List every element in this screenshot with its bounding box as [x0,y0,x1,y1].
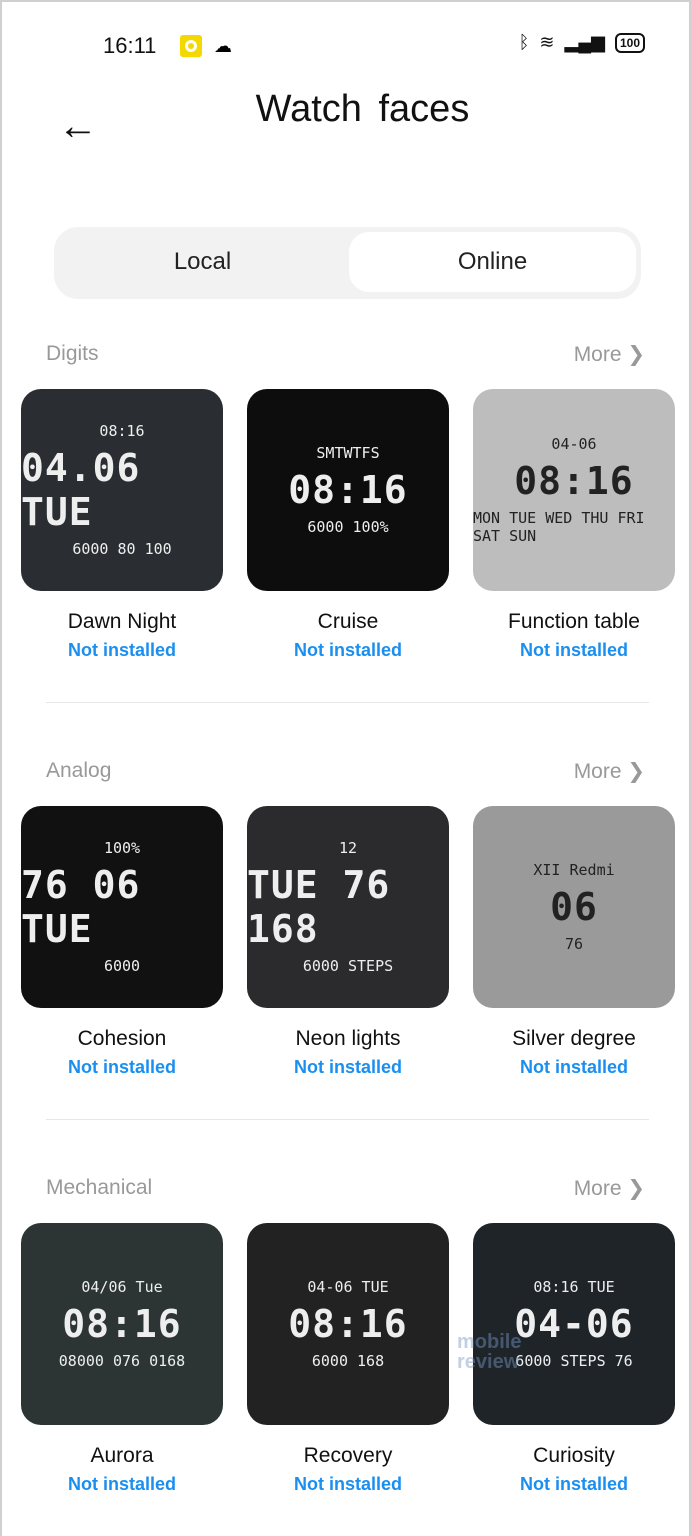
face-main-text: 06 [550,885,598,929]
face-bottom-text: 6000 STEPS [302,957,394,975]
bluetooth-icon: ᛒ [518,32,530,52]
install-status: Not installed [519,1474,628,1494]
section-divider [46,1119,649,1120]
signal-icon: ▂▄▆ [564,32,605,52]
section-title: Digits [46,342,99,365]
face-bottom-text: MON TUE WED THU FRI SAT SUN [473,509,645,545]
face-main-text: 76 06 TUE [21,863,141,951]
more-label: More [573,1177,622,1200]
face-bottom-text: 6000 STEPS 76 [515,1352,633,1370]
watch-face-name[interactable]: Dawn Night [21,610,223,634]
face-top-text: SMTWTFS [316,444,380,462]
more-label: More [573,343,622,366]
face-main-text: 04-06 [514,1302,634,1346]
watch-face-name[interactable]: Silver degree [473,1027,675,1051]
watch-face-thumbnail[interactable]: 04-06 TUE 08:16 6000 168 [247,1223,449,1425]
install-status: Not installed [67,1057,176,1077]
more-label: More [573,760,622,783]
watch-face-name[interactable]: Aurora [21,1444,223,1468]
watermark-logo: mobile review [457,1331,522,1373]
cloud-icon: ☁ [214,36,232,56]
face-bottom-text: 6000 80 100 [72,540,172,558]
install-status: Not installed [67,1474,176,1494]
watch-face-thumbnail[interactable]: 08:16 TUE 04-06 6000 STEPS 76 [473,1223,675,1425]
system-icons: ᛒ ≋ ▂▄▆ 100 [519,32,645,53]
face-top-text: 08:16 TUE [533,1278,615,1296]
install-status: Not installed [293,640,402,660]
more-link[interactable]: More ❯ [574,1176,645,1201]
chevron-right-icon: ❯ [627,1177,645,1200]
watch-face-thumbnail[interactable]: 04/06 Tue 08:16 08000 076 0168 [21,1223,223,1425]
notification-icon [180,35,202,57]
install-status: Not installed [67,640,176,660]
face-main-text: 08:16 [288,1302,408,1346]
tab-online[interactable]: Online [349,232,636,292]
section-title: Mechanical [46,1176,153,1199]
wifi-icon: ≋ [539,32,555,52]
face-top-text: 100% [103,839,141,857]
watch-face-thumbnail[interactable]: XII Redmi 06 76 [473,806,675,1008]
face-top-text: 04/06 Tue [81,1278,163,1296]
face-bottom-text: 08000 076 0168 [58,1352,186,1370]
more-link[interactable]: More ❯ [574,342,645,367]
face-top-text: 04-06 TUE [307,1278,389,1296]
section-divider [46,702,649,703]
face-top-text: 08:16 [99,422,145,440]
watch-face-name[interactable]: Cohesion [21,1027,223,1051]
status-time: 16:11 [103,33,157,58]
install-status: Not installed [293,1057,402,1077]
install-status: Not installed [519,640,628,660]
face-main-text: 08:16 [288,468,408,512]
tab-local[interactable]: Local [59,232,346,292]
section-title: Analog [46,759,112,782]
face-top-text: 12 [338,839,358,857]
watch-face-name[interactable]: Neon lights [247,1027,449,1051]
face-top-text: XII Redmi [533,861,615,879]
face-main-text: 08:16 [514,459,634,503]
watch-face-thumbnail[interactable]: 12 TUE 76 168 6000 STEPS [247,806,449,1008]
face-main-text: TUE 76 168 [247,863,391,951]
page-title: Watch faces [255,88,470,130]
watch-face-name[interactable]: Function table [473,610,675,634]
watch-face-name[interactable]: Curiosity [473,1444,675,1468]
more-link[interactable]: More ❯ [574,759,645,784]
face-main-text: 04.06 TUE [21,446,141,534]
face-bottom-text: 6000 100% [307,518,389,536]
face-top-text: 04-06 [551,435,597,453]
face-bottom-text: 6000 168 [311,1352,385,1370]
face-bottom-text: 76 [564,935,584,953]
install-status: Not installed [519,1057,628,1077]
watch-face-thumbnail[interactable]: 08:16 04.06 TUE 6000 80 100 [21,389,223,591]
watch-face-thumbnail[interactable]: SMTWTFS 08:16 6000 100% [247,389,449,591]
install-status: Not installed [293,1474,402,1494]
watch-face-name[interactable]: Cruise [247,610,449,634]
watch-face-name[interactable]: Recovery [247,1444,449,1468]
face-bottom-text: 6000 [103,957,141,975]
watch-face-thumbnail[interactable]: 100% 76 06 TUE 6000 [21,806,223,1008]
tab-switch: Local Online [54,227,641,299]
chevron-right-icon: ❯ [627,343,645,366]
watch-face-thumbnail[interactable]: 04-06 08:16 MON TUE WED THU FRI SAT SUN [473,389,675,591]
battery-icon: 100 [614,32,645,53]
face-main-text: 08:16 [62,1302,182,1346]
chevron-right-icon: ❯ [627,760,645,783]
